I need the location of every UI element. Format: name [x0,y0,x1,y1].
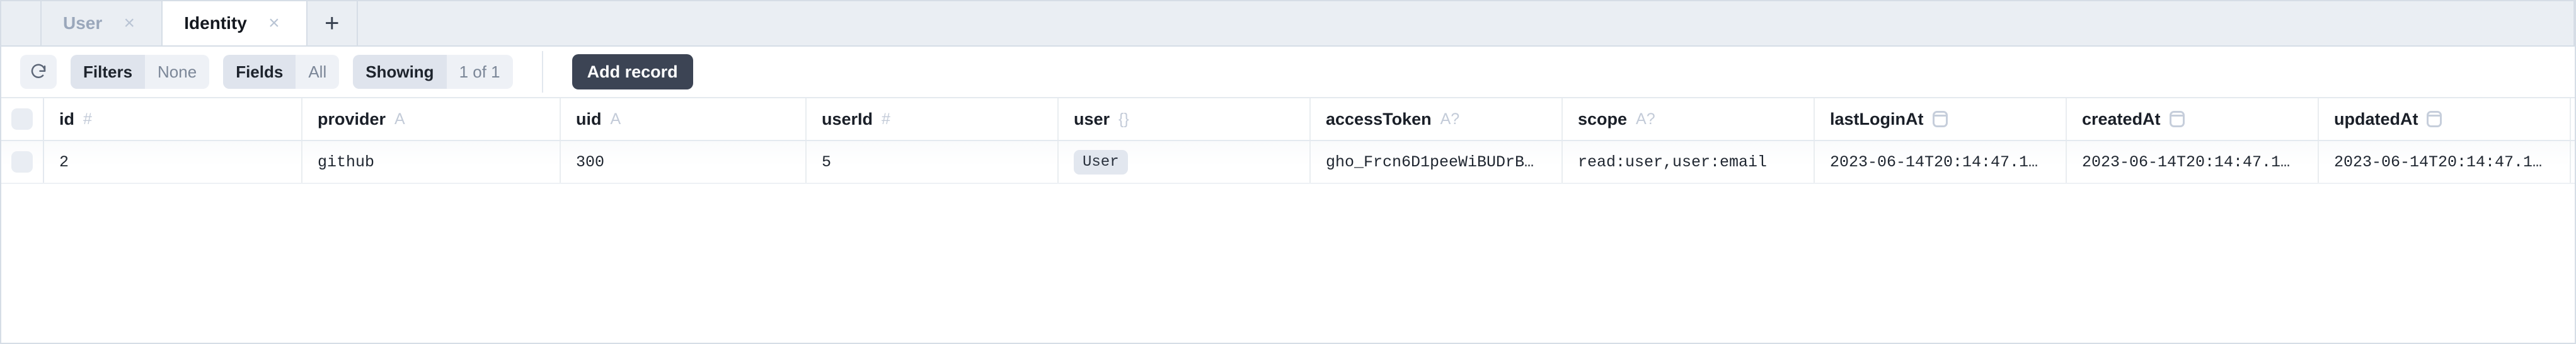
column-header-label: lastLoginAt [1830,109,1924,129]
cell-uid[interactable]: 300 [561,141,807,183]
calendar-icon [2169,111,2185,127]
row-cells: 2 github 300 5 User gho_Frcn6D1peeWiBUDrB… rea… [44,141,2575,183]
filters-label: Filters [71,55,146,89]
column-header-label: userId [822,109,873,129]
calendar-icon [2427,111,2442,127]
tab-bar-left-gutter [1,1,42,45]
column-header-lastLoginAt[interactable]: lastLoginAt [1815,98,2067,140]
cell-value: github [318,152,375,171]
add-tab-button[interactable]: + [308,1,358,45]
column-header-createdAt[interactable]: createdAt [2067,98,2319,140]
table-header-row: id # provider Auid AuserId # user {} accessToken… [1,98,2575,141]
column-header-user[interactable]: user {} [1059,98,1311,140]
tab-user[interactable]: User × [42,1,163,45]
column-type-icon: A? [1636,110,1655,128]
tab-bar-right-divider [2573,1,2575,45]
select-all-checkbox[interactable] [11,108,33,130]
toolbar-divider [541,51,543,93]
cell-id[interactable]: 2 [44,141,302,183]
calendar-icon-glyph [1932,111,1948,127]
refresh-icon [29,62,48,81]
showing-label: Showing [353,55,447,89]
column-type-icon: # [83,110,92,128]
table-browser-window: User × Identity × + Filters None Fields [0,0,2576,344]
column-header-uid[interactable]: uid A [561,98,807,140]
column-type-icon: A [610,110,621,128]
select-all-cell[interactable] [1,98,44,140]
row-select-checkbox[interactable] [11,151,33,173]
column-header-label: uid [576,109,602,129]
relation-badge[interactable]: User [1074,149,1128,175]
cell-value: 2023-06-14T20:14:47.1… [2082,152,2291,171]
toolbar: Filters None Fields All Showing 1 of 1 A… [1,47,2575,98]
cell-value: read:user,user:email [1578,152,1768,171]
cell-value: gho_Frcn6D1peeWiBUDrB… [1326,152,1534,171]
column-header-label: updatedAt [2334,109,2418,129]
calendar-icon-glyph [2169,111,2185,127]
column-header-label: user [1074,109,1110,129]
filters-control[interactable]: Filters None [71,55,210,89]
tab-identity-label: Identity [184,13,247,33]
column-header-scope[interactable]: scope A? [1563,98,1815,140]
empty-grid-area [1,184,2575,319]
tab-bar-filler [358,1,2573,45]
showing-control[interactable]: Showing 1 of 1 [353,55,513,89]
column-type-icon: {} [1118,110,1129,128]
column-type-icon: A [394,110,405,128]
cell-user[interactable]: User [1059,141,1311,183]
calendar-icon-glyph [2427,111,2442,127]
showing-value[interactable]: 1 of 1 [446,55,513,89]
calendar-icon [1932,111,1948,127]
fields-label: Fields [223,55,296,89]
cell-value: 2023-06-14T20:14:47.1… [2334,152,2543,171]
column-header-userId[interactable]: userId # [807,98,1059,140]
close-icon[interactable]: × [118,13,140,34]
close-icon[interactable]: × [263,13,285,34]
cell-lastLoginAt[interactable]: 2023-06-14T20:14:47.1… [1815,141,2067,183]
cell-provider[interactable]: github [302,141,561,183]
column-header-updatedAt[interactable]: updatedAt [2319,98,2571,140]
refresh-button[interactable] [20,55,57,89]
column-header-accessToken[interactable]: accessToken A? [1311,98,1563,140]
filters-value[interactable]: None [145,55,210,89]
fields-control[interactable]: Fields All [223,55,340,89]
cell-value: 2 [59,152,69,171]
cell-value: 300 [576,152,605,171]
table-row[interactable]: 2 github 300 5 User gho_Frcn6D1peeWiBUDrB… rea… [1,141,2575,184]
row-select-cell[interactable] [1,141,44,183]
tab-identity[interactable]: Identity × [163,1,308,45]
data-grid: id # provider Auid AuserId # user {} accessToken… [1,98,2575,184]
cell-updatedAt[interactable]: 2023-06-14T20:14:47.1… [2319,141,2571,183]
column-header-label: createdAt [2082,109,2161,129]
column-type-icon: A? [1440,110,1460,128]
cell-scope[interactable]: read:user,user:email [1563,141,1815,183]
column-header-id[interactable]: id # [44,98,302,140]
tab-bar: User × Identity × + [1,1,2575,47]
column-type-icon: # [882,110,890,128]
header-cells: id # provider Auid AuserId # user {} accessToken… [44,98,2575,140]
fields-value[interactable]: All [296,55,340,89]
cell-value: 5 [822,152,832,171]
cell-value: 2023-06-14T20:14:47.1… [1830,152,2038,171]
column-header-label: provider [318,109,386,129]
cell-createdAt[interactable]: 2023-06-14T20:14:47.1… [2067,141,2319,183]
column-header-label: accessToken [1326,109,1432,129]
column-header-provider[interactable]: provider A [302,98,561,140]
add-record-button[interactable]: Add record [572,54,693,89]
cell-accessToken[interactable]: gho_Frcn6D1peeWiBUDrB… [1311,141,1563,183]
tab-user-label: User [63,13,103,33]
column-header-label: scope [1578,109,1628,129]
column-header-label: id [59,109,74,129]
cell-userId[interactable]: 5 [807,141,1059,183]
